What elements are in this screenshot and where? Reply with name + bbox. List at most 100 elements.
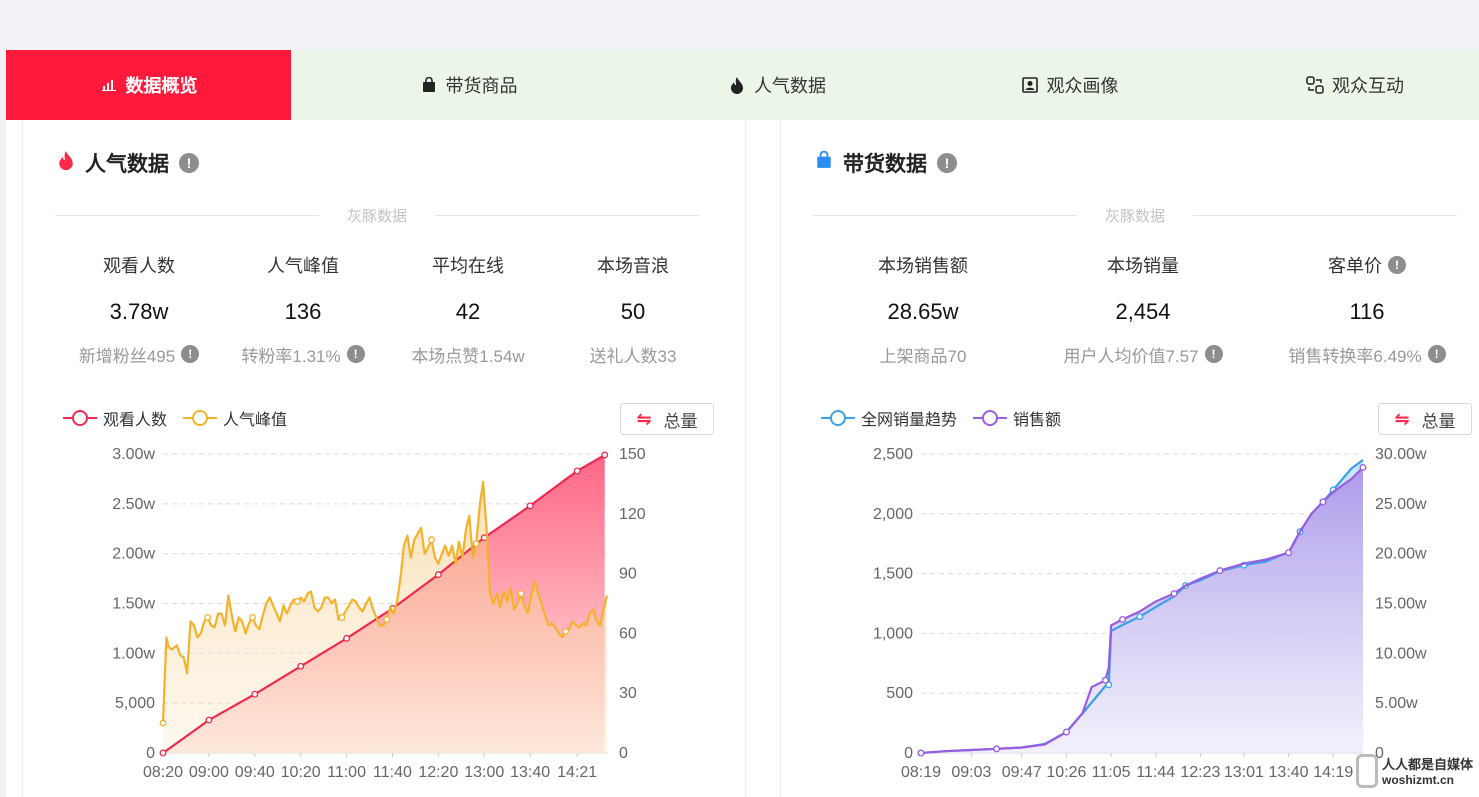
help-icon[interactable]: ! (346, 345, 365, 363)
y-left-tick-label: 1.00w (112, 645, 155, 662)
data-point[interactable] (251, 690, 259, 698)
y-left-tick-label: 1,500 (873, 566, 913, 583)
help-icon[interactable]: ! (181, 345, 200, 363)
data-point[interactable] (1119, 615, 1126, 623)
stat-sales-volume: 本场销量 2,454 用户人均价值7.57! (1043, 253, 1243, 366)
tab-audience-portrait[interactable]: 观众画像 (908, 50, 1231, 120)
data-point[interactable] (1285, 549, 1293, 557)
y-right-tick-label: 5.00w (1375, 695, 1418, 712)
data-point[interactable] (1170, 590, 1178, 597)
help-icon[interactable]: ! (1204, 345, 1223, 363)
tab-label: 人气数据 (754, 76, 826, 96)
total-toggle-button[interactable]: ⇋ 总量 (1378, 403, 1472, 435)
y-left-tick-label: 1.50w (112, 596, 155, 613)
sales-panel: 带货数据 ! 灰豚数据 本场销售额 28.65w 上架商品70 本场销量 2,4… (780, 120, 1479, 797)
data-point[interactable] (338, 614, 346, 621)
y-left-tick-label: 5,000 (115, 695, 155, 712)
popularity-title-text: 人气数据 (85, 153, 169, 176)
watermark-logo-icon (1356, 753, 1378, 788)
swap-icon: ⇋ (1394, 408, 1410, 429)
data-point[interactable] (297, 662, 305, 670)
stat-value: 2,454 (1115, 299, 1171, 324)
data-point[interactable] (573, 467, 581, 475)
stat-sub-text: 上架商品70 (879, 346, 967, 366)
legend-item-viewers[interactable]: 观看人数 (63, 406, 167, 430)
watermark: 人人都是自媒体 woshizmt.cn (1356, 744, 1479, 797)
tab-label: 观众互动 (1332, 76, 1404, 96)
watermark-line1: 人人都是自媒体 (1382, 757, 1474, 772)
sales-legend: 全网销量趋势 销售额 (821, 406, 1061, 430)
stat-sub: 销售转换率6.49%! (1267, 343, 1467, 366)
stat-sub-text: 销售转换率6.49% (1288, 346, 1422, 366)
help-icon[interactable]: ! (937, 153, 957, 173)
data-point[interactable] (1359, 464, 1367, 471)
bar-chart-icon (100, 76, 118, 94)
sales-chart: 05001,0001,5002,0002,50005.00w10.00w15.0… (873, 446, 1427, 781)
x-tick-label: 11:05 (1092, 764, 1131, 781)
data-point[interactable] (1136, 613, 1144, 621)
data-point[interactable] (383, 615, 391, 623)
data-point[interactable] (205, 716, 213, 724)
source-label: 灰豚数据 (1105, 207, 1166, 225)
y-left-tick-label: 0 (904, 745, 913, 762)
x-tick-label: 11:40 (373, 764, 412, 781)
stat-value: 136 (284, 299, 322, 324)
x-tick-label: 08:20 (143, 764, 183, 781)
data-point[interactable] (204, 614, 212, 621)
data-point[interactable] (517, 590, 525, 597)
x-tick-label: 09:00 (189, 764, 229, 781)
total-toggle-button[interactable]: ⇋ 总量 (620, 403, 714, 435)
y-left-tick-label: 2.50w (112, 496, 155, 513)
help-icon[interactable]: ! (1427, 345, 1446, 363)
data-point[interactable] (1216, 567, 1224, 575)
legend-item-sales[interactable]: 销售额 (973, 406, 1061, 430)
tab-products[interactable]: 带货商品 (291, 50, 646, 120)
popularity-panel: 人气数据 ! 灰豚数据 观看人数 3.78w 新增粉丝495! 人气峰值 136… (22, 120, 746, 797)
tab-popularity[interactable]: 人气数据 (646, 50, 908, 120)
help-icon[interactable]: ! (179, 153, 199, 173)
data-point[interactable] (562, 627, 570, 635)
data-point[interactable] (159, 719, 167, 727)
stat-sub: 本场点赞1.54w (388, 343, 548, 366)
x-tick-label: 12:23 (1180, 764, 1220, 781)
data-point[interactable] (1101, 676, 1109, 684)
sales-title-text: 带货数据 (843, 153, 927, 176)
data-point[interactable] (472, 540, 480, 548)
watermark-line2: woshizmt.cn (1382, 773, 1455, 787)
tab-label: 数据概览 (125, 76, 198, 96)
shopping-bag-icon (815, 150, 833, 176)
data-point[interactable] (434, 571, 442, 579)
data-point[interactable] (293, 598, 301, 605)
data-point[interactable] (1062, 728, 1070, 736)
stat-value: 3.78w (109, 299, 169, 324)
tab-data-overview[interactable]: 数据概览 (6, 50, 291, 120)
data-point[interactable] (1319, 498, 1327, 506)
data-point[interactable] (601, 451, 609, 459)
legend-item-trend[interactable]: 全网销量趋势 (821, 406, 957, 430)
legend-label: 观看人数 (103, 412, 168, 429)
help-icon[interactable]: ! (1388, 256, 1406, 274)
y-right-tick-label: 0 (619, 745, 628, 762)
stat-peak: 人气峰值 136 转粉率1.31%! (223, 253, 383, 366)
popularity-legend: 观看人数 人气峰值 (63, 406, 287, 430)
tab-audience-interaction[interactable]: 观众互动 (1231, 50, 1479, 120)
legend-item-peak[interactable]: 人气峰值 (183, 406, 287, 430)
popularity-title: 人气数据 ! (57, 148, 199, 178)
y-right-tick-label: 120 (619, 506, 646, 523)
x-tick-label: 13:40 (510, 764, 550, 781)
data-point[interactable] (249, 614, 256, 621)
data-point[interactable] (993, 745, 1001, 753)
tab-bar: 数据概览 带货商品 人气数据 观众画像 观众互动 (6, 50, 1479, 120)
y-left-tick-label: 0 (146, 745, 155, 762)
interaction-icon (1306, 76, 1324, 94)
data-point[interactable] (343, 634, 351, 642)
data-point[interactable] (526, 502, 534, 510)
x-tick-label: 10:26 (1046, 764, 1086, 781)
stat-sub: 上架商品70 (833, 343, 1013, 366)
stat-sub-text: 用户人均价值7.57 (1063, 346, 1199, 366)
user-portrait-icon (1021, 76, 1039, 94)
y-left-tick-label: 1,000 (873, 625, 913, 642)
stat-label: 本场音浪 (597, 256, 669, 276)
data-point[interactable] (428, 536, 435, 544)
stat-sub: 新增粉丝495! (59, 343, 219, 366)
